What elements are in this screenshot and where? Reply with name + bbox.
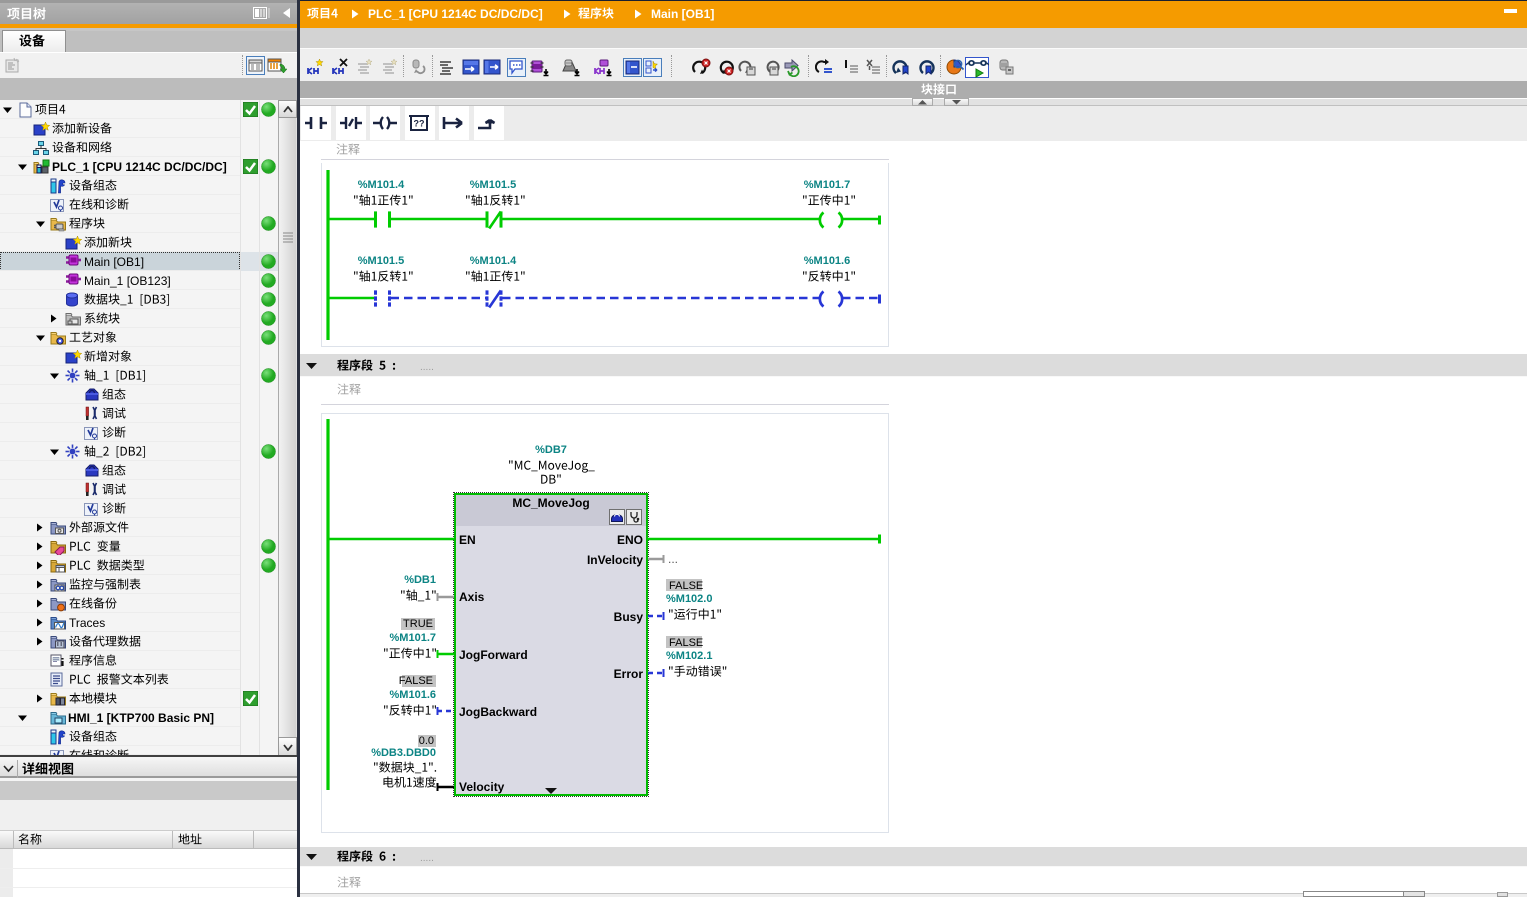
svg-text:??: ?? <box>414 119 425 129</box>
